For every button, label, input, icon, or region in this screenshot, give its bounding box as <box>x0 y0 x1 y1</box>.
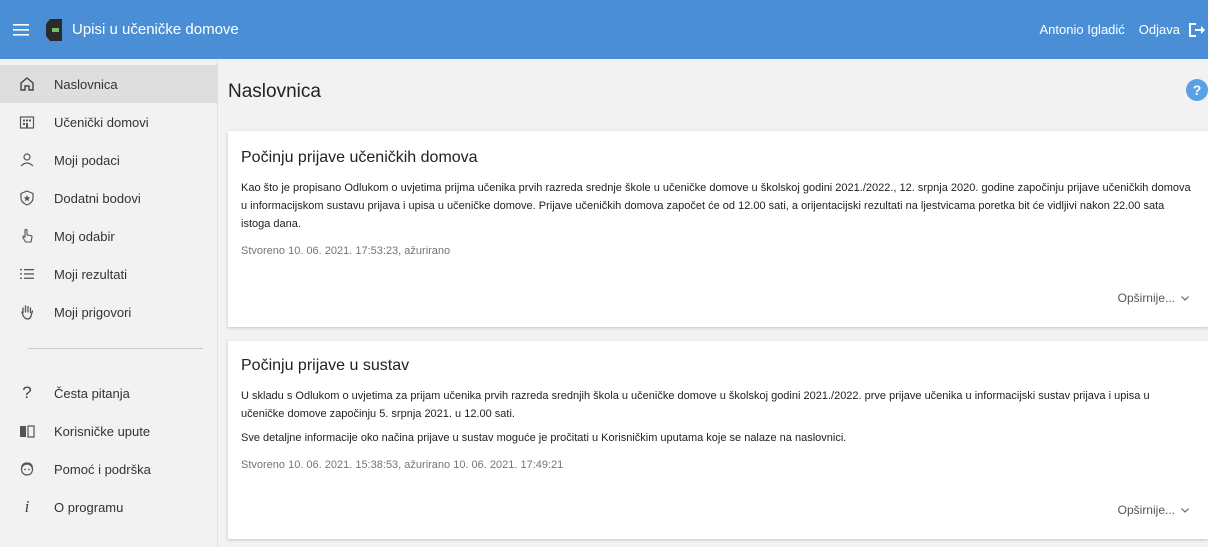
sidebar-item-moji-prigovori[interactable]: Moji prigovori <box>0 293 217 331</box>
card-meta: Stvoreno 10. 06. 2021. 17:53:23, ažurira… <box>241 245 451 257</box>
read-more-button[interactable]: Opširnije... <box>1118 503 1190 517</box>
read-more-label: Opširnije... <box>1117 291 1175 305</box>
sidebar-item-label: O programu <box>54 499 124 515</box>
sidebar-item-label: Učenički domovi <box>54 114 149 130</box>
chevron-down-icon <box>1181 508 1189 513</box>
app-logo-icon <box>46 18 62 41</box>
card-text: Sve detaljne informacije oko načina prij… <box>241 432 847 444</box>
logout-link[interactable]: Odjava <box>1139 22 1180 37</box>
sidebar-item-label: Korisničke upute <box>54 423 151 439</box>
info-icon: i <box>24 497 30 516</box>
card-title: Počinju prijave u sustav <box>241 357 410 374</box>
help-button[interactable]: ? <box>1186 79 1208 101</box>
sidebar-item-ucenicki-domovi[interactable]: Učenički domovi <box>0 103 217 141</box>
top-app-bar: Upisi u učeničke domove Antonio Igladić … <box>0 0 1208 59</box>
card-text: U skladu s Odlukom o uvjetima za prijam … <box>241 390 1150 420</box>
home-icon <box>0 76 54 92</box>
card-text: Kao što je propisano Odlukom o uvjetima … <box>241 182 1191 230</box>
sidebar-item-label: Dodatni bodovi <box>54 190 141 206</box>
sidebar-item-label: Pomoć i podrška <box>54 461 151 477</box>
sidebar-item-label: Naslovnica <box>54 76 118 92</box>
sidebar-item-label: Moji rezultati <box>54 266 127 282</box>
read-more-label: Opširnije... <box>1117 503 1175 517</box>
sidebar-item-dodatni-bodovi[interactable]: Dodatni bodovi <box>0 179 217 217</box>
sidebar-item-korisnicke-upute[interactable]: Korisničke upute <box>0 412 217 450</box>
sidebar-item-moji-podaci[interactable]: Moji podaci <box>0 141 217 179</box>
news-card: Počinju prijave u sustav U skladu s Odlu… <box>228 341 1208 539</box>
book-icon <box>0 423 54 439</box>
main-content: Naslovnica ? Počinju prijave učeničkih d… <box>218 59 1208 547</box>
sidebar-item-label: Moji prigovori <box>54 304 132 320</box>
list-icon <box>0 266 54 282</box>
logout-icon[interactable] <box>1186 20 1206 40</box>
touch-icon <box>0 228 54 244</box>
hamburger-icon <box>13 23 29 36</box>
sidebar-item-pomoc-i-podrska[interactable]: Pomoć i podrška <box>0 450 217 488</box>
sidebar: Naslovnica Učenički domovi Moji podaci D… <box>0 59 218 547</box>
page-title: Naslovnica <box>228 81 321 102</box>
sidebar-divider <box>28 348 203 349</box>
sidebar-item-moji-rezultati[interactable]: Moji rezultati <box>0 255 217 293</box>
user-name[interactable]: Antonio Igladić <box>1040 22 1125 37</box>
sidebar-item-o-programu[interactable]: i O programu <box>0 488 217 526</box>
brand[interactable]: Upisi u učeničke domove <box>46 18 239 41</box>
question-icon: ? <box>22 383 32 402</box>
chevron-down-icon <box>1181 296 1189 301</box>
news-card: Počinju prijave učeničkih domova Kao što… <box>228 131 1208 327</box>
shield-star-icon <box>0 190 54 206</box>
read-more-button[interactable]: Opširnije... <box>1118 291 1190 305</box>
card-title: Počinju prijave učeničkih domova <box>241 149 478 166</box>
support-icon <box>0 461 54 477</box>
hand-icon <box>0 304 54 320</box>
sidebar-item-naslovnica[interactable]: Naslovnica <box>0 65 217 103</box>
building-icon <box>0 114 54 130</box>
sidebar-item-label: Moji podaci <box>54 152 120 168</box>
card-meta: Stvoreno 10. 06. 2021. 15:38:53, ažurira… <box>241 459 564 471</box>
sidebar-item-cesta-pitanja[interactable]: ? Česta pitanja <box>0 374 217 412</box>
sidebar-item-moj-odabir[interactable]: Moj odabir <box>0 217 217 255</box>
sidebar-item-label: Česta pitanja <box>54 385 130 401</box>
person-icon <box>0 152 54 168</box>
app-title: Upisi u učeničke domove <box>72 21 239 38</box>
sidebar-item-label: Moj odabir <box>54 228 115 244</box>
menu-button[interactable] <box>0 0 42 59</box>
